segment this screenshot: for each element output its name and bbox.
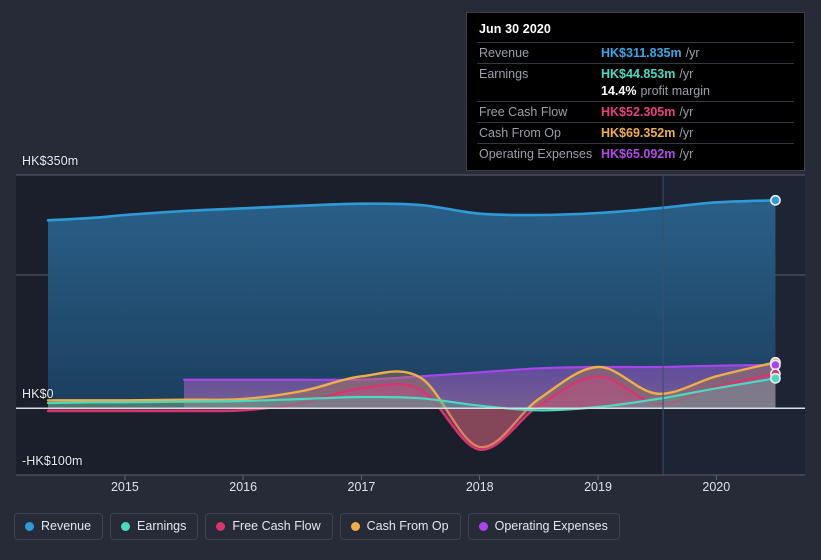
- chart-tooltip: Jun 30 2020 Revenue HK$311.835m /yr Earn…: [466, 12, 805, 171]
- x-axis-tick-2015: 2015: [110, 480, 139, 494]
- y-axis-label-bottom: -HK$100m: [22, 454, 83, 468]
- legend-dot-operating-expenses-icon: [478, 521, 488, 531]
- tooltip-row-profit-margin: 14.4% profit margin: [477, 84, 794, 101]
- legend-dot-free-cash-flow-icon: [216, 521, 226, 531]
- tooltip-unit-operating-expenses: /yr: [679, 147, 694, 161]
- tooltip-label-cash-from-op: Cash From Op: [479, 126, 561, 140]
- tooltip-row-cash-from-op: Cash From Op HK$69.352m /yr: [477, 122, 794, 143]
- legend-item-operating-expenses[interactable]: Operating Expenses: [467, 513, 620, 540]
- y-axis-label-zero: HK$0: [22, 387, 54, 401]
- tooltip-row-earnings: Earnings HK$44.853m /yr: [477, 63, 794, 84]
- tooltip-date: Jun 30 2020: [479, 22, 551, 36]
- legend-item-cash-from-op[interactable]: Cash From Op: [339, 513, 461, 540]
- legend-item-earnings[interactable]: Earnings: [110, 513, 199, 540]
- tooltip-unit-revenue: /yr: [685, 46, 700, 60]
- x-axis-tick-2017: 2017: [347, 480, 376, 494]
- legend-label-operating-expenses: Operating Expenses: [494, 519, 608, 533]
- tooltip-value-free-cash-flow: HK$52.305m: [601, 105, 676, 119]
- tooltip-value-operating-expenses: HK$65.092m: [601, 147, 676, 161]
- legend-label-earnings: Earnings: [137, 519, 187, 533]
- x-axis-tick-2019: 2019: [584, 480, 612, 494]
- tooltip-label-operating-expenses: Operating Expenses: [479, 147, 593, 161]
- x-axis-tick-2018: 2018: [465, 480, 494, 494]
- tooltip-label-revenue: Revenue: [479, 46, 530, 60]
- tooltip-value-cash-from-op: HK$69.352m: [601, 126, 676, 140]
- financial-chart-screen: HK$350m HK$0 -HK$100m 2015 2016 2017 2018 20…: [0, 0, 821, 560]
- tooltip-label-profit-margin: profit margin: [640, 84, 710, 98]
- legend-dot-revenue-icon: [25, 521, 34, 531]
- tooltip-label-free-cash-flow: Free Cash Flow: [479, 105, 568, 119]
- chart-legend: Revenue Earnings Free Cash Flow Cash Fro…: [14, 513, 620, 540]
- legend-item-revenue[interactable]: Revenue: [14, 513, 104, 540]
- legend-item-free-cash-flow[interactable]: Free Cash Flow: [205, 513, 333, 540]
- legend-label-cash-from-op: Cash From Op: [366, 519, 449, 533]
- tooltip-row-revenue: Revenue HK$311.835m /yr: [477, 42, 794, 63]
- tooltip-value-earnings: HK$44.853m: [601, 67, 676, 81]
- x-axis-tick-2020: 2020: [702, 480, 731, 494]
- tooltip-unit-earnings: /yr: [679, 67, 694, 81]
- tooltip-label-earnings: Earnings: [479, 67, 529, 81]
- legend-dot-cash-from-op-icon: [350, 521, 360, 531]
- tooltip-value-revenue: HK$311.835m: [601, 46, 682, 60]
- tooltip-unit-cash-from-op: /yr: [679, 126, 694, 140]
- legend-label-free-cash-flow: Free Cash Flow: [232, 519, 321, 533]
- y-axis-label-top: HK$350m: [22, 154, 79, 168]
- x-axis-tick-2016: 2016: [229, 480, 258, 494]
- tooltip-row-operating-expenses: Operating Expenses HK$65.092m /yr: [477, 143, 794, 164]
- tooltip-row-free-cash-flow: Free Cash Flow HK$52.305m /yr: [477, 101, 794, 122]
- tooltip-unit-free-cash-flow: /yr: [679, 105, 694, 119]
- legend-label-revenue: Revenue: [41, 519, 92, 533]
- tooltip-value-profit-margin: 14.4%: [601, 84, 637, 98]
- legend-dot-earnings-icon: [121, 521, 131, 531]
